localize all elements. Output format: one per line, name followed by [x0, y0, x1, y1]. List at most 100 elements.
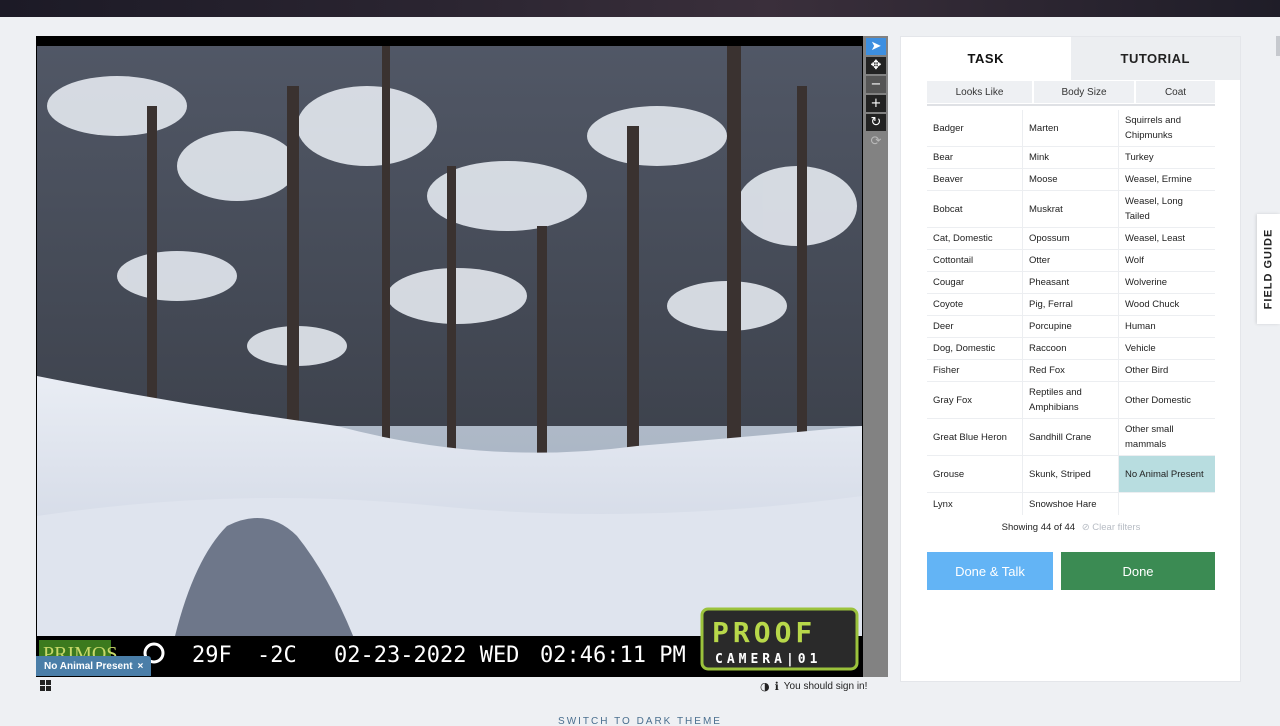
- info-icon[interactable]: ℹ: [775, 680, 779, 693]
- overlay-temp-f: 29F: [192, 643, 232, 668]
- choice-squirrels-chipmunks[interactable]: Squirrels and Chipmunks: [1119, 110, 1215, 146]
- showing-text: Showing 44 of 44: [1001, 522, 1076, 533]
- signin-text[interactable]: You should sign in!: [784, 681, 868, 692]
- choice-cat-domestic[interactable]: Cat, Domestic: [927, 228, 1023, 249]
- choice-coyote[interactable]: Coyote: [927, 294, 1023, 315]
- choice-badger[interactable]: Badger: [927, 110, 1023, 146]
- choice-beaver[interactable]: Beaver: [927, 169, 1023, 190]
- choice-marten[interactable]: Marten: [1023, 110, 1119, 146]
- reset-tool-icon[interactable]: ⟳: [866, 133, 886, 150]
- clear-filters-link[interactable]: ⊘ Clear filters: [1082, 522, 1141, 533]
- filters-divider: [927, 104, 1215, 106]
- choice-row: Great Blue Heron Sandhill Crane Other sm…: [927, 419, 1215, 456]
- choice-row: Badger Marten Squirrels and Chipmunks: [927, 110, 1215, 147]
- move-tool-icon[interactable]: ✥: [866, 57, 886, 74]
- overlay-date: 02-23-2022 WED: [334, 643, 519, 668]
- zoom-in-tool-icon[interactable]: +: [866, 95, 886, 112]
- overlay-brand-right-top: PROOF: [712, 616, 816, 649]
- choice-wolf[interactable]: Wolf: [1119, 250, 1215, 271]
- choice-cottontail[interactable]: Cottontail: [927, 250, 1023, 271]
- choice-snowshoe-hare[interactable]: Snowshoe Hare: [1023, 493, 1119, 515]
- choice-porcupine[interactable]: Porcupine: [1023, 316, 1119, 337]
- choice-weasel-least[interactable]: Weasel, Least: [1119, 228, 1215, 249]
- page-scrollbar[interactable]: [1276, 36, 1280, 56]
- choice-opossum[interactable]: Opossum: [1023, 228, 1119, 249]
- choice-pheasant[interactable]: Pheasant: [1023, 272, 1119, 293]
- top-banner: [0, 0, 1280, 17]
- remove-tag-icon[interactable]: ×: [138, 661, 144, 672]
- filter-bar: Looks Like Body Size Coat: [927, 81, 1215, 103]
- choice-row: Dog, Domestic Raccoon Vehicle: [927, 338, 1215, 360]
- camera-trap-photo[interactable]: PRIMOS 29F -2C 02-23-2022 WED 02:46:11 P…: [37, 46, 862, 673]
- subject-grid-icon[interactable]: [40, 680, 52, 691]
- switch-theme-link[interactable]: SWITCH TO DARK THEME: [0, 716, 1280, 726]
- choice-raccoon[interactable]: Raccoon: [1023, 338, 1119, 359]
- choice-fisher[interactable]: Fisher: [927, 360, 1023, 381]
- viewer-toolbar: ➤ ✥ − + ↻ ⟳: [863, 36, 888, 677]
- choice-turkey[interactable]: Turkey: [1119, 147, 1215, 168]
- subject-annotation-tag[interactable]: No Animal Present ×: [36, 656, 152, 676]
- choice-red-fox[interactable]: Red Fox: [1023, 360, 1119, 381]
- done-and-talk-button[interactable]: Done & Talk: [927, 552, 1053, 590]
- rotate-tool-icon[interactable]: ↻: [866, 114, 886, 131]
- choice-row: Coyote Pig, Ferral Wood Chuck: [927, 294, 1215, 316]
- choice-other-domestic[interactable]: Other Domestic: [1119, 382, 1215, 418]
- choice-row: Grouse Skunk, Striped No Animal Present: [927, 456, 1215, 493]
- subject-viewer[interactable]: PRIMOS 29F -2C 02-23-2022 WED 02:46:11 P…: [36, 36, 888, 677]
- species-choices: Badger Marten Squirrels and Chipmunks Be…: [927, 110, 1215, 515]
- choice-wood-chuck[interactable]: Wood Chuck: [1119, 294, 1215, 315]
- choice-empty: [1119, 493, 1215, 515]
- choice-other-bird[interactable]: Other Bird: [1119, 360, 1215, 381]
- choice-lynx[interactable]: Lynx: [927, 493, 1023, 515]
- choice-row: Cougar Pheasant Wolverine: [927, 272, 1215, 294]
- choice-sandhill-crane[interactable]: Sandhill Crane: [1023, 419, 1119, 455]
- zoom-out-tool-icon[interactable]: −: [866, 76, 886, 93]
- choice-dog-domestic[interactable]: Dog, Domestic: [927, 338, 1023, 359]
- filter-body-size[interactable]: Body Size: [1034, 81, 1134, 103]
- overlay-brand-right-bottom: CAMERA|01: [715, 652, 821, 667]
- choice-mink[interactable]: Mink: [1023, 147, 1119, 168]
- choice-human[interactable]: Human: [1119, 316, 1215, 337]
- choice-row: Bobcat Muskrat Weasel, Long Tailed: [927, 191, 1215, 228]
- choice-row: Cottontail Otter Wolf: [927, 250, 1215, 272]
- choice-grouse[interactable]: Grouse: [927, 456, 1023, 492]
- choice-gray-fox[interactable]: Gray Fox: [927, 382, 1023, 418]
- choice-skunk-striped[interactable]: Skunk, Striped: [1023, 456, 1119, 492]
- choice-row: Bear Mink Turkey: [927, 147, 1215, 169]
- subject-tag-label: No Animal Present: [44, 660, 133, 672]
- contrast-icon[interactable]: ◑: [760, 680, 770, 693]
- choice-row: Beaver Moose Weasel, Ermine: [927, 169, 1215, 191]
- filter-coat[interactable]: Coat: [1136, 81, 1215, 103]
- choice-muskrat[interactable]: Muskrat: [1023, 191, 1119, 227]
- choice-bobcat[interactable]: Bobcat: [927, 191, 1023, 227]
- field-guide-label: FIELD GUIDE: [1262, 228, 1275, 310]
- filter-looks-like[interactable]: Looks Like: [927, 81, 1032, 103]
- choice-cougar[interactable]: Cougar: [927, 272, 1023, 293]
- task-panel: TASK TUTORIAL Looks Like Body Size Coat …: [900, 36, 1241, 682]
- overlay-temp-c: -2C: [257, 643, 297, 668]
- signin-notice: ◑ ℹ You should sign in!: [760, 680, 867, 693]
- choice-great-blue-heron[interactable]: Great Blue Heron: [927, 419, 1023, 455]
- choice-no-animal-present[interactable]: No Animal Present: [1119, 456, 1215, 492]
- done-button[interactable]: Done: [1061, 552, 1215, 590]
- tab-tutorial[interactable]: TUTORIAL: [1070, 37, 1240, 80]
- tab-task[interactable]: TASK: [901, 37, 1071, 80]
- choice-deer[interactable]: Deer: [927, 316, 1023, 337]
- choice-vehicle[interactable]: Vehicle: [1119, 338, 1215, 359]
- choice-row: Deer Porcupine Human: [927, 316, 1215, 338]
- field-guide-tab[interactable]: FIELD GUIDE: [1257, 214, 1280, 324]
- overlay-time: 02:46:11 PM: [540, 643, 686, 668]
- choice-weasel-long-tailed[interactable]: Weasel, Long Tailed: [1119, 191, 1215, 227]
- choice-other-small-mammals[interactable]: Other small mammals: [1119, 419, 1215, 455]
- choice-pig-ferral[interactable]: Pig, Ferral: [1023, 294, 1119, 315]
- choice-row: Gray Fox Reptiles and Amphibians Other D…: [927, 382, 1215, 419]
- choice-moose[interactable]: Moose: [1023, 169, 1119, 190]
- choice-wolverine[interactable]: Wolverine: [1119, 272, 1215, 293]
- choice-weasel-ermine[interactable]: Weasel, Ermine: [1119, 169, 1215, 190]
- choice-bear[interactable]: Bear: [927, 147, 1023, 168]
- choice-reptiles-amphibians[interactable]: Reptiles and Amphibians: [1023, 382, 1119, 418]
- pointer-tool-icon[interactable]: ➤: [866, 38, 886, 55]
- showing-count: Showing 44 of 44 ⊘ Clear filters: [927, 522, 1215, 533]
- choice-otter[interactable]: Otter: [1023, 250, 1119, 271]
- panel-tabs: TASK TUTORIAL: [901, 37, 1240, 80]
